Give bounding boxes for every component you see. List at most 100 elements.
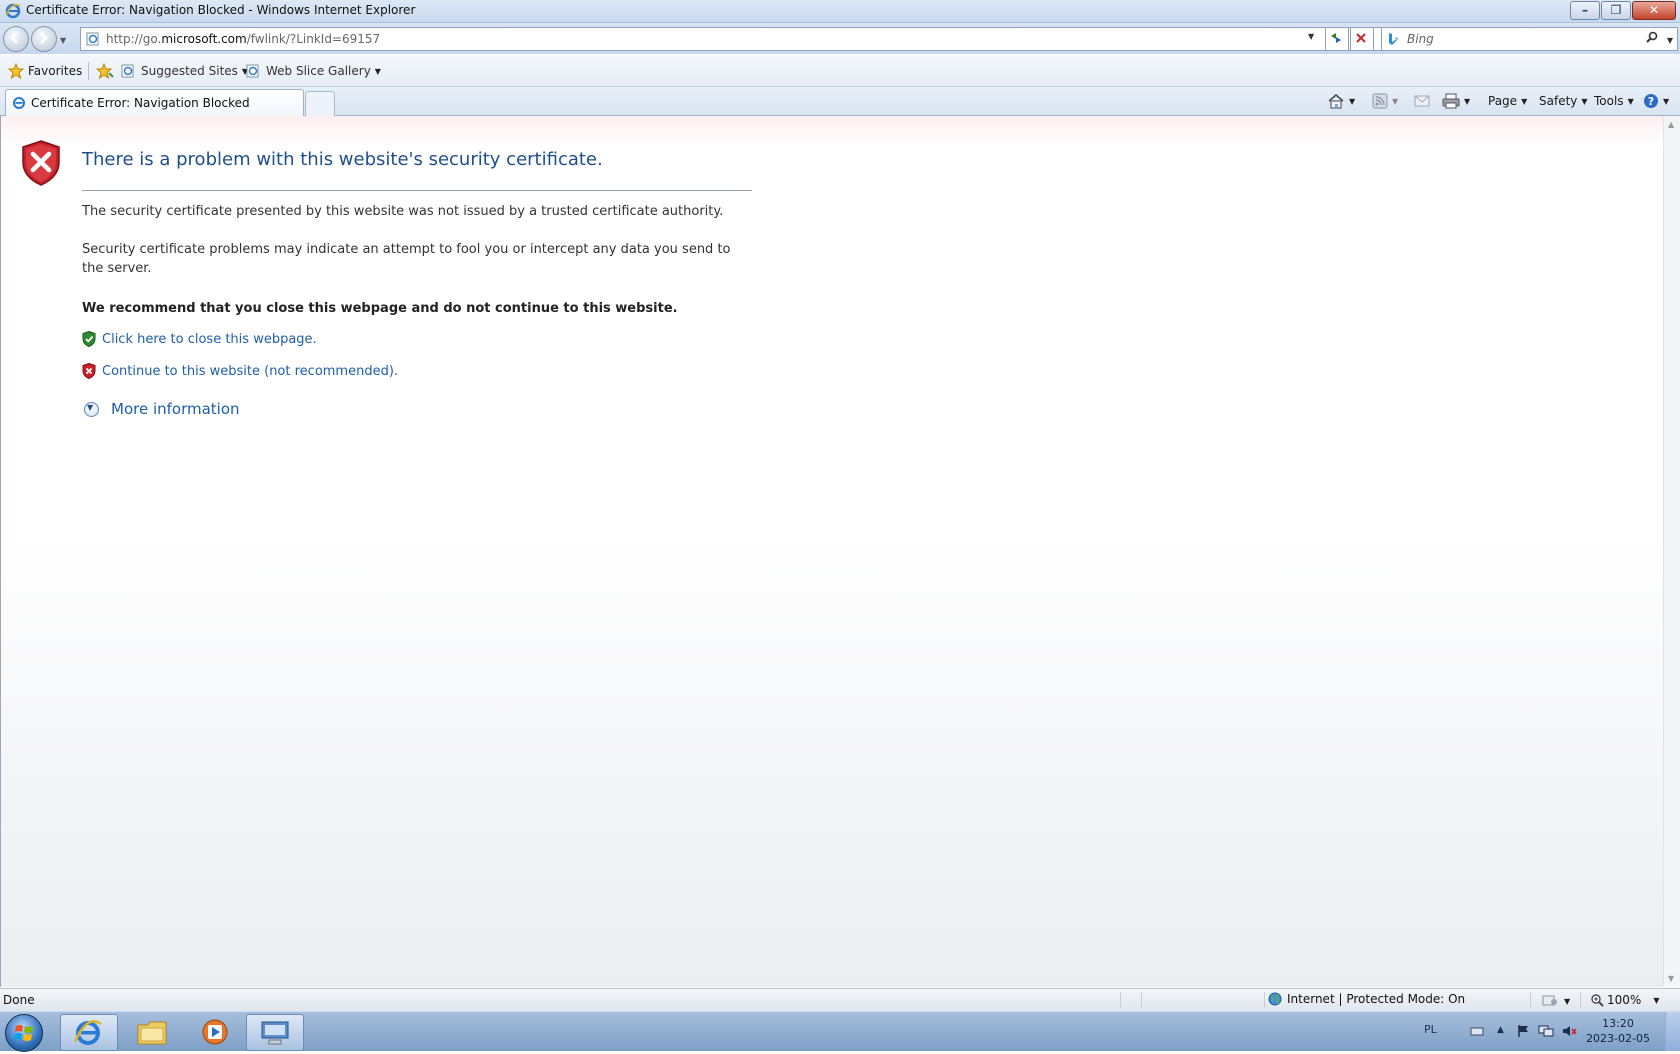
page-menu-label: Page [1488,94,1518,108]
continue-to-website-link-text[interactable]: Continue to this website (not recommende… [102,364,398,379]
show-hidden-icons-icon[interactable]: ▲ [1497,1025,1504,1035]
pop-up-blocker-icon[interactable] [1542,993,1560,1007]
recent-pages-dropdown-icon[interactable]: ▼ [60,36,66,45]
svg-text:?: ? [1648,95,1654,108]
page-menu-button[interactable]: Page ▼ [1488,91,1527,111]
favorites-separator [88,62,89,80]
address-bar[interactable]: http://go.microsoft.com/fwlink/?LinkId=6… [80,27,1382,51]
taskbar-remote-desktop[interactable] [246,1014,304,1051]
page-icon [86,32,99,46]
zoom-level: 100% [1607,993,1642,1007]
search-placeholder[interactable]: Bing [1407,32,1434,46]
more-information-label: More information [111,400,240,418]
safety-menu-button[interactable]: Safety ▼ [1539,91,1588,111]
search-options-dropdown-icon[interactable]: ▼ [1667,36,1673,45]
remote-desktop-icon [261,1021,289,1045]
rss-feed-icon [1372,93,1388,109]
scroll-up-icon[interactable]: ▲ [1668,120,1674,129]
taskbar-media-player[interactable] [188,1014,244,1049]
tools-menu-button[interactable]: Tools ▼ [1594,91,1634,111]
clock[interactable]: 13:20 2023-02-05 [1586,1016,1650,1046]
start-button[interactable] [5,1014,43,1052]
chevron-down-icon: ▼ [1349,96,1356,106]
status-separator [1264,992,1265,1008]
zoom-control[interactable]: 100% ▼ [1590,993,1659,1007]
home-icon [1328,94,1344,109]
tab-bar: Certificate Error: Navigation Blocked ▼ … [0,87,1680,116]
url-text[interactable]: http://go.microsoft.com/fwlink/?LinkId=6… [106,32,380,46]
security-zone[interactable]: Internet | Protected Mode: On [1268,992,1465,1006]
action-center-flag-icon[interactable] [1516,1024,1530,1038]
chevron-down-icon: ▼ [1627,96,1634,106]
read-mail-button[interactable] [1414,91,1430,111]
back-button[interactable] [3,26,29,52]
globe-icon [1268,992,1282,1006]
chevron-down-icon: ▼ [1663,96,1670,106]
tools-menu-label: Tools [1594,94,1624,108]
suggested-sites-button[interactable]: Suggested Sites ▼ [121,61,248,81]
favorites-button[interactable]: Favorites [8,61,82,81]
home-button[interactable]: ▼ [1327,91,1355,111]
restore-icon: ❐ [1610,3,1622,17]
favorites-bar: Favorites Suggested Sites ▼ Web Slice Ga… [0,55,1680,87]
mail-icon [1414,95,1430,107]
address-dropdown-icon[interactable]: ▼ [1308,32,1314,41]
media-player-icon [202,1019,228,1045]
red-shield-x-icon [82,363,96,379]
heading-divider [82,190,752,191]
stop-button[interactable] [1350,27,1374,51]
close-webpage-link-text[interactable]: Click here to close this webpage. [102,332,317,347]
printer-icon [1442,93,1460,109]
tab-title: Certificate Error: Navigation Blocked [31,96,250,110]
tab-certificate-error[interactable]: Certificate Error: Navigation Blocked [5,89,304,116]
security-warning-text: Security certificate problems may indica… [82,242,731,276]
status-separator [1141,992,1142,1008]
print-button[interactable]: ▼ [1442,91,1470,111]
clock-date: 2023-02-05 [1586,1032,1650,1045]
close-webpage-link[interactable]: Click here to close this webpage. [82,331,317,347]
forward-button[interactable] [31,26,57,52]
add-to-favorites-bar-button[interactable] [96,61,114,81]
keyboard-icon[interactable] [1470,1024,1484,1038]
vertical-scrollbar[interactable]: ▲ ▼ [1663,116,1680,987]
stop-icon [1356,33,1366,43]
scroll-down-icon[interactable]: ▼ [1668,974,1674,983]
show-desktop-button[interactable] [1665,1012,1680,1051]
search-icon[interactable] [1645,31,1659,45]
refresh-button[interactable] [1325,27,1349,51]
certificate-description: The security certificate presented by th… [82,204,724,219]
help-icon: ? [1644,94,1658,108]
minimize-button[interactable]: – [1570,1,1600,20]
continue-to-website-link[interactable]: Continue to this website (not recommende… [82,363,398,379]
security-zone-label: Internet | Protected Mode: On [1287,992,1466,1006]
maximize-button[interactable]: ❐ [1601,1,1631,20]
new-tab-button[interactable] [305,91,335,116]
system-tray: PL ▲ 13:20 2023-02-05 [1420,1012,1680,1051]
page-title: There is a problem with this website's s… [82,149,603,170]
suggested-sites-label: Suggested Sites [141,64,238,78]
status-separator [1530,992,1531,1008]
taskbar-windows-explorer[interactable] [124,1014,180,1049]
help-button[interactable]: ? ▼ [1643,91,1669,111]
search-box[interactable]: Bing ▼ [1381,27,1678,51]
chevron-down-icon[interactable]: ▼ [1564,997,1570,1006]
network-icon[interactable] [1538,1024,1554,1038]
volume-muted-icon[interactable] [1562,1024,1578,1038]
close-button[interactable]: ✕ [1632,1,1676,20]
back-arrow-icon [10,32,18,44]
refresh-icon [1331,33,1341,43]
status-text: Done [3,993,35,1007]
favorites-label: Favorites [28,64,83,78]
green-shield-check-icon [82,331,96,347]
web-slice-gallery-label: Web Slice Gallery [266,64,371,78]
feeds-button[interactable]: ▼ [1372,91,1398,111]
chevron-down-icon: ▼ [1464,96,1471,106]
web-slice-gallery-button[interactable]: Web Slice Gallery ▼ [246,61,381,81]
language-indicator[interactable]: PL [1424,1023,1437,1036]
taskbar-internet-explorer[interactable] [60,1014,118,1051]
close-icon: ✕ [1648,3,1660,17]
window-title: Certificate Error: Navigation Blocked - … [26,3,416,17]
chevron-down-icon: ▼ [374,66,381,76]
more-information-toggle[interactable]: ▼ More information [84,400,240,418]
chevron-down-icon: ▼ [1392,96,1399,106]
